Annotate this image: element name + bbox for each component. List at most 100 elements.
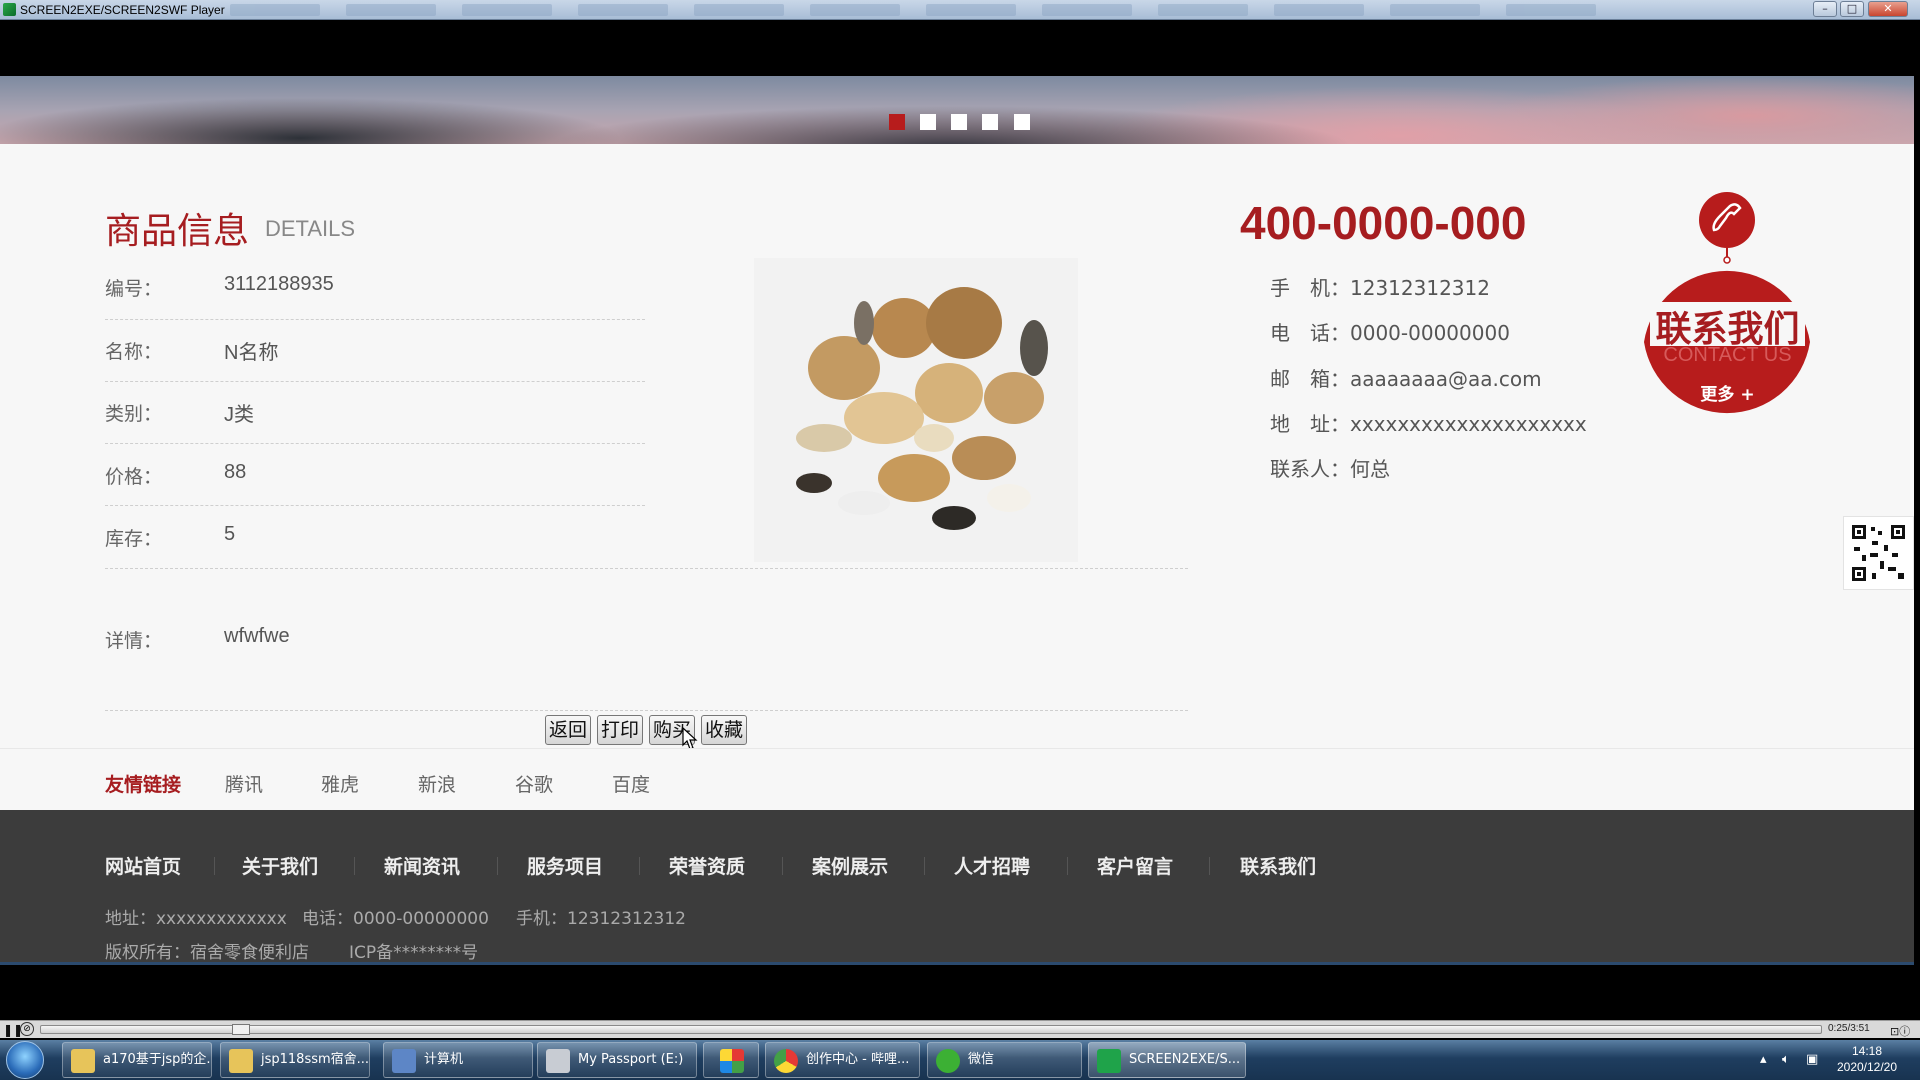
friend-links-bar xyxy=(0,748,1914,808)
footer-nav-services[interactable]: 服务项目 xyxy=(527,852,603,879)
tray-expand-icon[interactable]: ▴ xyxy=(1760,1052,1767,1067)
row-divider xyxy=(105,443,645,444)
footer-icp: ICP备********号 xyxy=(349,943,479,963)
contact-person-label: 联系人： xyxy=(1270,457,1350,481)
contact-email: 邮 箱：aaaaaaaa@aa.com xyxy=(1270,363,1542,392)
stop-icon[interactable]: ⊘ xyxy=(20,1022,34,1036)
contact-us-badge[interactable]: 联系我们 CONTACT US 更多 + xyxy=(1640,192,1815,432)
qr-code-icon xyxy=(1852,525,1905,581)
row-divider xyxy=(105,710,1188,711)
field-label-category: 类别： xyxy=(105,403,163,425)
field-label-stock: 库存： xyxy=(105,528,163,550)
task-browser[interactable]: 创作中心 - 哔哩... xyxy=(765,1042,920,1078)
task-computer[interactable]: 计算机 xyxy=(383,1042,533,1078)
task-wechat[interactable]: 微信 xyxy=(927,1042,1082,1078)
contact-person: 联系人：何总 xyxy=(1270,453,1390,482)
task-drive[interactable]: My Passport (E:) xyxy=(537,1042,697,1078)
nuts-illustration xyxy=(754,258,1078,562)
taskbar-clock[interactable]: 14:18 2020/12/20 xyxy=(1822,1043,1912,1075)
back-button[interactable]: 返回 xyxy=(545,715,592,745)
footer-nav-cases[interactable]: 案例展示 xyxy=(812,852,888,879)
nav-separator xyxy=(214,857,215,875)
network-icon[interactable]: ▣ xyxy=(1806,1052,1818,1067)
task-label: 计算机 xyxy=(424,1052,464,1067)
detail-label: 详情： xyxy=(105,630,163,652)
contact-person-value: 何总 xyxy=(1350,457,1390,481)
nav-separator xyxy=(497,857,498,875)
footer-bottom-edge xyxy=(0,962,1914,965)
footer-nav-contact[interactable]: 联系我们 xyxy=(1240,852,1316,879)
friend-link-yahoo[interactable]: 雅虎 xyxy=(321,770,359,797)
screen2exe-icon xyxy=(1097,1049,1121,1073)
slider-dot-1[interactable] xyxy=(889,114,905,130)
contact-phone-label: 电 话： xyxy=(1270,321,1350,345)
friend-link-google[interactable]: 谷歌 xyxy=(515,770,553,797)
favorite-button[interactable]: 收藏 xyxy=(701,715,748,745)
footer-nav-honors[interactable]: 荣誉资质 xyxy=(669,852,745,879)
section-subtitle: DETAILS xyxy=(265,216,356,241)
drive-icon xyxy=(546,1049,570,1073)
task-app[interactable] xyxy=(703,1042,759,1078)
contact-mobile: 手 机：12312312312 xyxy=(1270,272,1490,301)
task-folder-2[interactable]: jsp118ssm宿舍... xyxy=(220,1042,370,1078)
volume-icon[interactable]: 🔈︎ xyxy=(1782,1052,1790,1067)
footer-nav-news[interactable]: 新闻资讯 xyxy=(384,852,460,879)
footer-nav-jobs[interactable]: 人才招聘 xyxy=(954,852,1030,879)
task-label: a170基于jsp的企... xyxy=(103,1052,212,1067)
contact-phone-value: 0000-00000000 xyxy=(1350,321,1510,345)
footer-nav-messages[interactable]: 客户留言 xyxy=(1097,852,1173,879)
slider-dot-5[interactable] xyxy=(1014,114,1030,130)
task-screen2exe[interactable]: SCREEN2EXE/S... xyxy=(1088,1042,1246,1078)
friend-link-baidu[interactable]: 百度 xyxy=(612,770,650,797)
contact-email-label: 邮 箱： xyxy=(1270,367,1350,391)
slider-dot-2[interactable] xyxy=(920,114,936,130)
task-label: 创作中心 - 哔哩... xyxy=(806,1052,910,1067)
product-image xyxy=(754,258,1078,562)
task-folder-1[interactable]: a170基于jsp的企... xyxy=(62,1042,212,1078)
folder-icon xyxy=(71,1049,95,1073)
print-button[interactable]: 打印 xyxy=(597,715,644,745)
computer-icon xyxy=(392,1049,416,1073)
app-icon xyxy=(720,1049,744,1073)
task-label: jsp118ssm宿舍... xyxy=(261,1052,370,1067)
detail-value: wfwfwe xyxy=(224,625,290,647)
folder-icon xyxy=(229,1049,253,1073)
minimize-button[interactable]: – xyxy=(1813,1,1837,17)
friend-link-sina[interactable]: 新浪 xyxy=(418,770,456,797)
chrome-icon xyxy=(774,1049,798,1073)
task-label: 微信 xyxy=(968,1052,995,1067)
row-divider xyxy=(105,505,645,506)
close-button[interactable]: ✕ xyxy=(1868,1,1908,17)
contact-mobile-label: 手 机： xyxy=(1270,276,1350,300)
seek-thumb[interactable] xyxy=(232,1024,250,1035)
fullscreen-icon[interactable]: ⊡ⓘ xyxy=(1890,1023,1910,1039)
footer-mobile: 手机：12312312312 xyxy=(516,909,686,929)
clock-time: 14:18 xyxy=(1851,1044,1883,1058)
field-value-id: 3112188935 xyxy=(224,273,334,295)
banner-slider xyxy=(0,76,1914,144)
field-label-price: 价格： xyxy=(105,466,163,488)
slider-dot-3[interactable] xyxy=(951,114,967,130)
footer-nav-about[interactable]: 关于我们 xyxy=(242,852,318,879)
field-value-name: N名称 xyxy=(224,342,279,364)
footer-copyright: 版权所有：宿舍零食便利店 xyxy=(105,943,309,963)
nav-separator xyxy=(1209,857,1210,875)
maximize-button[interactable]: □ xyxy=(1840,1,1864,17)
row-divider xyxy=(105,319,645,320)
playback-time: 0:25/3:51 xyxy=(1828,1023,1870,1034)
row-divider xyxy=(105,568,1188,569)
badge-subtitle: CONTACT US xyxy=(1663,344,1792,366)
player-title: SCREEN2EXE/SCREEN2SWF Player xyxy=(20,3,225,17)
badge-more-link[interactable]: 更多 + xyxy=(1640,380,1815,405)
friend-link-tencent[interactable]: 腾讯 xyxy=(225,770,263,797)
nav-separator xyxy=(924,857,925,875)
slider-dot-4[interactable] xyxy=(982,114,998,130)
footer-nav-home[interactable]: 网站首页 xyxy=(105,852,181,879)
seek-bar[interactable] xyxy=(40,1025,1822,1034)
contact-address-value: xxxxxxxxxxxxxxxxxxxx xyxy=(1350,412,1587,436)
footer-address: 地址：xxxxxxxxxxxxx xyxy=(105,909,287,929)
contact-mobile-value: 12312312312 xyxy=(1350,276,1490,300)
task-label: My Passport (E:) xyxy=(578,1052,684,1067)
start-button[interactable] xyxy=(6,1041,44,1079)
contact-address-label: 地 址： xyxy=(1270,412,1350,436)
